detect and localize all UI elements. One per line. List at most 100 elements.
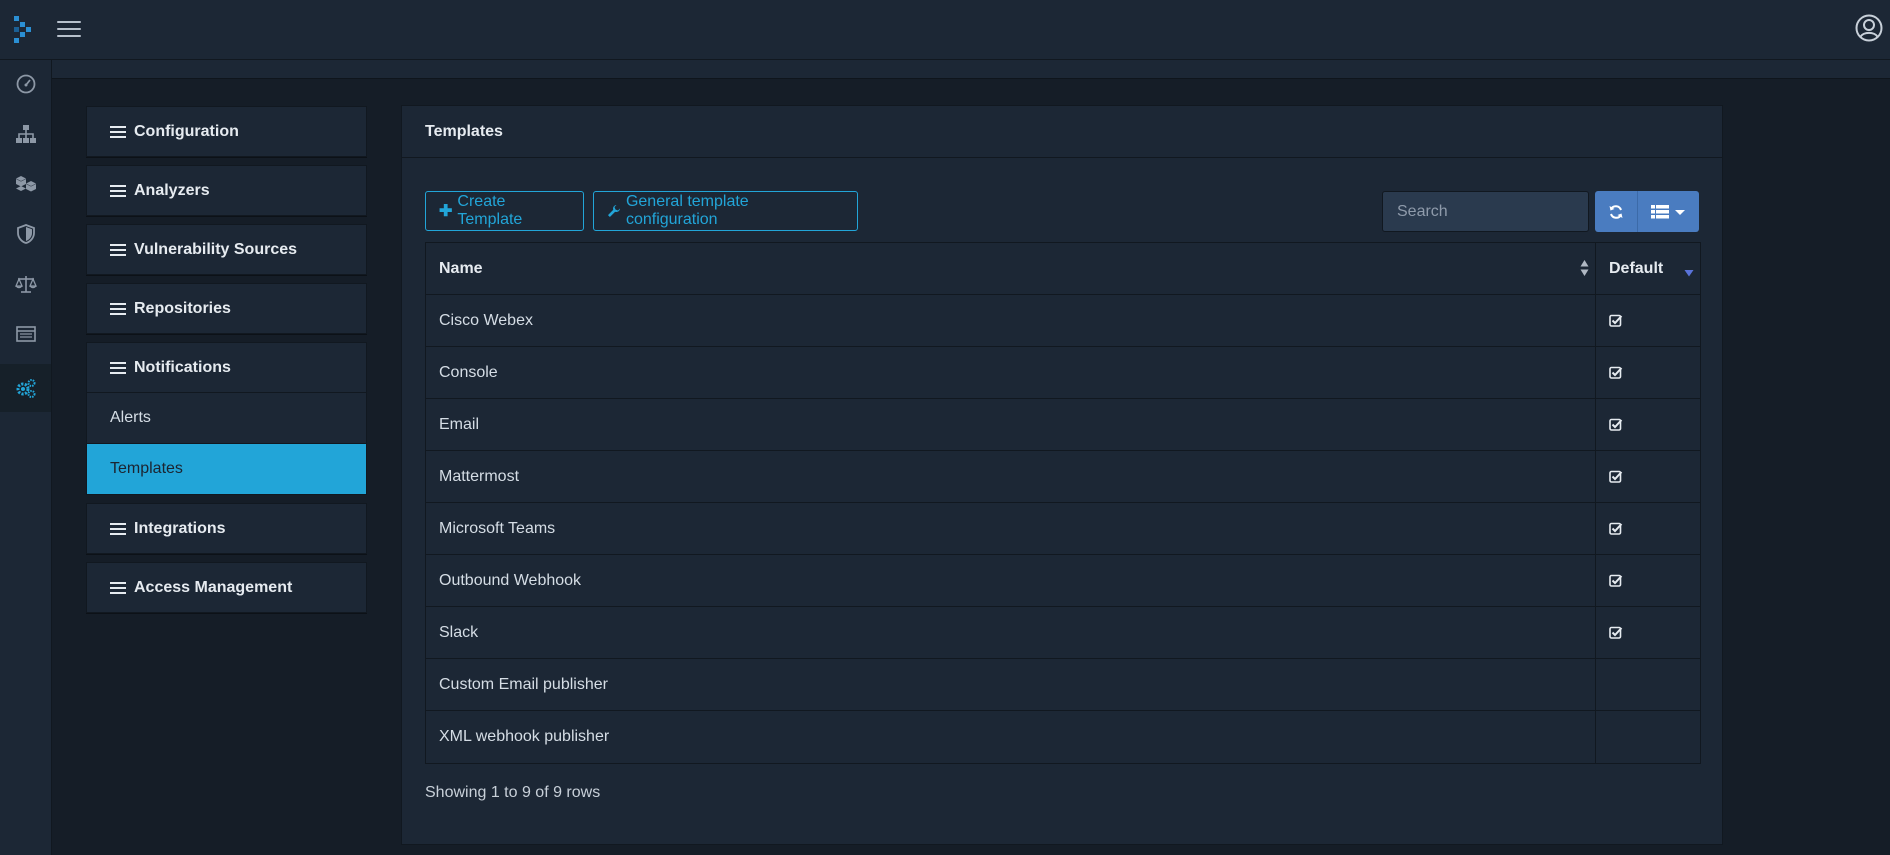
default-cell <box>1596 659 1700 710</box>
table-toolbar: ✚ Create Template General template confi… <box>425 191 1699 232</box>
caret-down-icon <box>1675 209 1685 215</box>
columns-toggle-button[interactable] <box>1638 191 1699 232</box>
dependency-track-logo-icon[interactable] <box>12 14 36 44</box>
menu-group-label: Repositories <box>134 299 231 317</box>
default-cell <box>1596 607 1700 658</box>
table-row[interactable]: Console <box>426 347 1700 399</box>
menu-group-configuration[interactable]: Configuration <box>86 106 367 157</box>
default-cell <box>1596 555 1700 606</box>
general-template-configuration-label: General template configuration <box>625 193 749 228</box>
table-row[interactable]: Custom Email publisher <box>426 659 1700 711</box>
table-row[interactable]: Microsoft Teams <box>426 503 1700 555</box>
menu-group-notifications[interactable]: Notifications <box>86 342 367 393</box>
sort-both-icon <box>1580 260 1589 276</box>
template-name-cell: Email <box>426 399 1596 450</box>
user-circle-icon[interactable] <box>1854 13 1884 43</box>
menu-group-label: Analyzers <box>134 181 210 199</box>
rail-item-components[interactable] <box>0 160 51 208</box>
checked-square-icon <box>1609 418 1623 431</box>
template-name-cell: Microsoft Teams <box>426 503 1596 554</box>
shield-icon <box>16 224 35 244</box>
sort-desc-icon <box>1684 270 1694 277</box>
default-cell <box>1596 451 1700 502</box>
list-icon <box>110 302 126 315</box>
checked-square-icon <box>1609 366 1623 379</box>
cogs-icon <box>16 379 35 398</box>
rail-item-audit[interactable] <box>0 310 51 358</box>
menu-group-analyzers[interactable]: Analyzers <box>86 165 367 216</box>
default-cell <box>1596 399 1700 450</box>
table-row[interactable]: XML webhook publisher <box>426 711 1700 763</box>
create-template-button[interactable]: ✚ Create Template <box>425 191 584 231</box>
template-name-cell: Custom Email publisher <box>426 659 1596 710</box>
breadcrumb-strip <box>52 60 1890 79</box>
column-header-name-label: Name <box>439 259 483 277</box>
template-name-cell: Cisco Webex <box>426 295 1596 346</box>
menu-group-integrations[interactable]: Integrations <box>86 503 367 554</box>
notifications-submenu: Alerts Templates <box>86 393 367 495</box>
hamburger-icon[interactable] <box>57 18 81 40</box>
menu-item-alerts[interactable]: Alerts <box>86 393 367 444</box>
table-header-row: Name Default <box>426 243 1700 295</box>
rail-item-projects[interactable] <box>0 110 51 158</box>
template-name-cell: Mattermost <box>426 451 1596 502</box>
rail-item-policy[interactable] <box>0 260 51 308</box>
list-icon <box>110 243 126 256</box>
table-row[interactable]: Outbound Webhook <box>426 555 1700 607</box>
menu-group-label: Access Management <box>134 578 293 596</box>
column-header-default-label: Default <box>1609 259 1664 277</box>
list-icon <box>110 361 126 374</box>
column-header-default[interactable]: Default <box>1596 243 1700 294</box>
pagination-info: Showing 1 to 9 of 9 rows <box>425 784 601 801</box>
refresh-icon <box>1609 204 1623 219</box>
menu-group-label: Configuration <box>134 122 239 140</box>
table-row[interactable]: Slack <box>426 607 1700 659</box>
template-name-cell: Console <box>426 347 1596 398</box>
sitemap-icon <box>15 125 36 143</box>
checked-square-icon <box>1609 314 1623 327</box>
search-input[interactable] <box>1382 191 1589 232</box>
templates-table: Name Default Cisco Webex Console Email Matt… <box>425 242 1701 764</box>
menu-group-label: Integrations <box>134 519 226 537</box>
column-header-name[interactable]: Name <box>426 243 1596 294</box>
templates-card: Templates ✚ Create Template General temp… <box>401 105 1723 845</box>
default-cell <box>1596 503 1700 554</box>
create-template-label: Create Template <box>457 193 523 228</box>
wrench-icon <box>607 205 620 217</box>
sidebar-rail <box>0 60 52 855</box>
list-icon <box>110 125 126 138</box>
list-icon <box>110 522 126 535</box>
list-icon <box>110 581 126 594</box>
default-cell <box>1596 711 1700 763</box>
settings-menu: Configuration Analyzers Vulnerability So… <box>86 106 367 621</box>
general-template-configuration-button[interactable]: General template configuration <box>593 191 858 231</box>
rail-item-dashboard[interactable] <box>0 60 51 108</box>
menu-group-repositories[interactable]: Repositories <box>86 283 367 334</box>
table-row[interactable]: Cisco Webex <box>426 295 1700 347</box>
card-title: Templates <box>402 106 1722 158</box>
table-actions-group <box>1595 191 1699 232</box>
checked-square-icon <box>1609 522 1623 535</box>
checked-square-icon <box>1609 574 1623 587</box>
th-list-icon <box>1651 204 1669 218</box>
menu-item-templates[interactable]: Templates <box>86 444 367 495</box>
template-name-cell: XML webhook publisher <box>426 711 1596 763</box>
top-navbar <box>0 0 1890 60</box>
default-cell <box>1596 347 1700 398</box>
list-icon <box>110 184 126 197</box>
rail-item-vulnerabilities[interactable] <box>0 210 51 258</box>
table-row[interactable]: Email <box>426 399 1700 451</box>
table-row[interactable]: Mattermost <box>426 451 1700 503</box>
template-name-cell: Outbound Webhook <box>426 555 1596 606</box>
refresh-button[interactable] <box>1595 191 1638 232</box>
checked-square-icon <box>1609 470 1623 483</box>
checked-square-icon <box>1609 626 1623 639</box>
list-table-icon <box>15 326 36 342</box>
menu-group-label: Notifications <box>134 358 231 376</box>
menu-group-access-management[interactable]: Access Management <box>86 562 367 613</box>
balance-scale-icon <box>14 276 37 293</box>
plus-icon: ✚ <box>439 203 453 220</box>
rail-item-administration[interactable] <box>0 364 51 412</box>
menu-group-vulnerability-sources[interactable]: Vulnerability Sources <box>86 224 367 275</box>
table-body: Cisco Webex Console Email Mattermost Microso… <box>426 295 1700 763</box>
